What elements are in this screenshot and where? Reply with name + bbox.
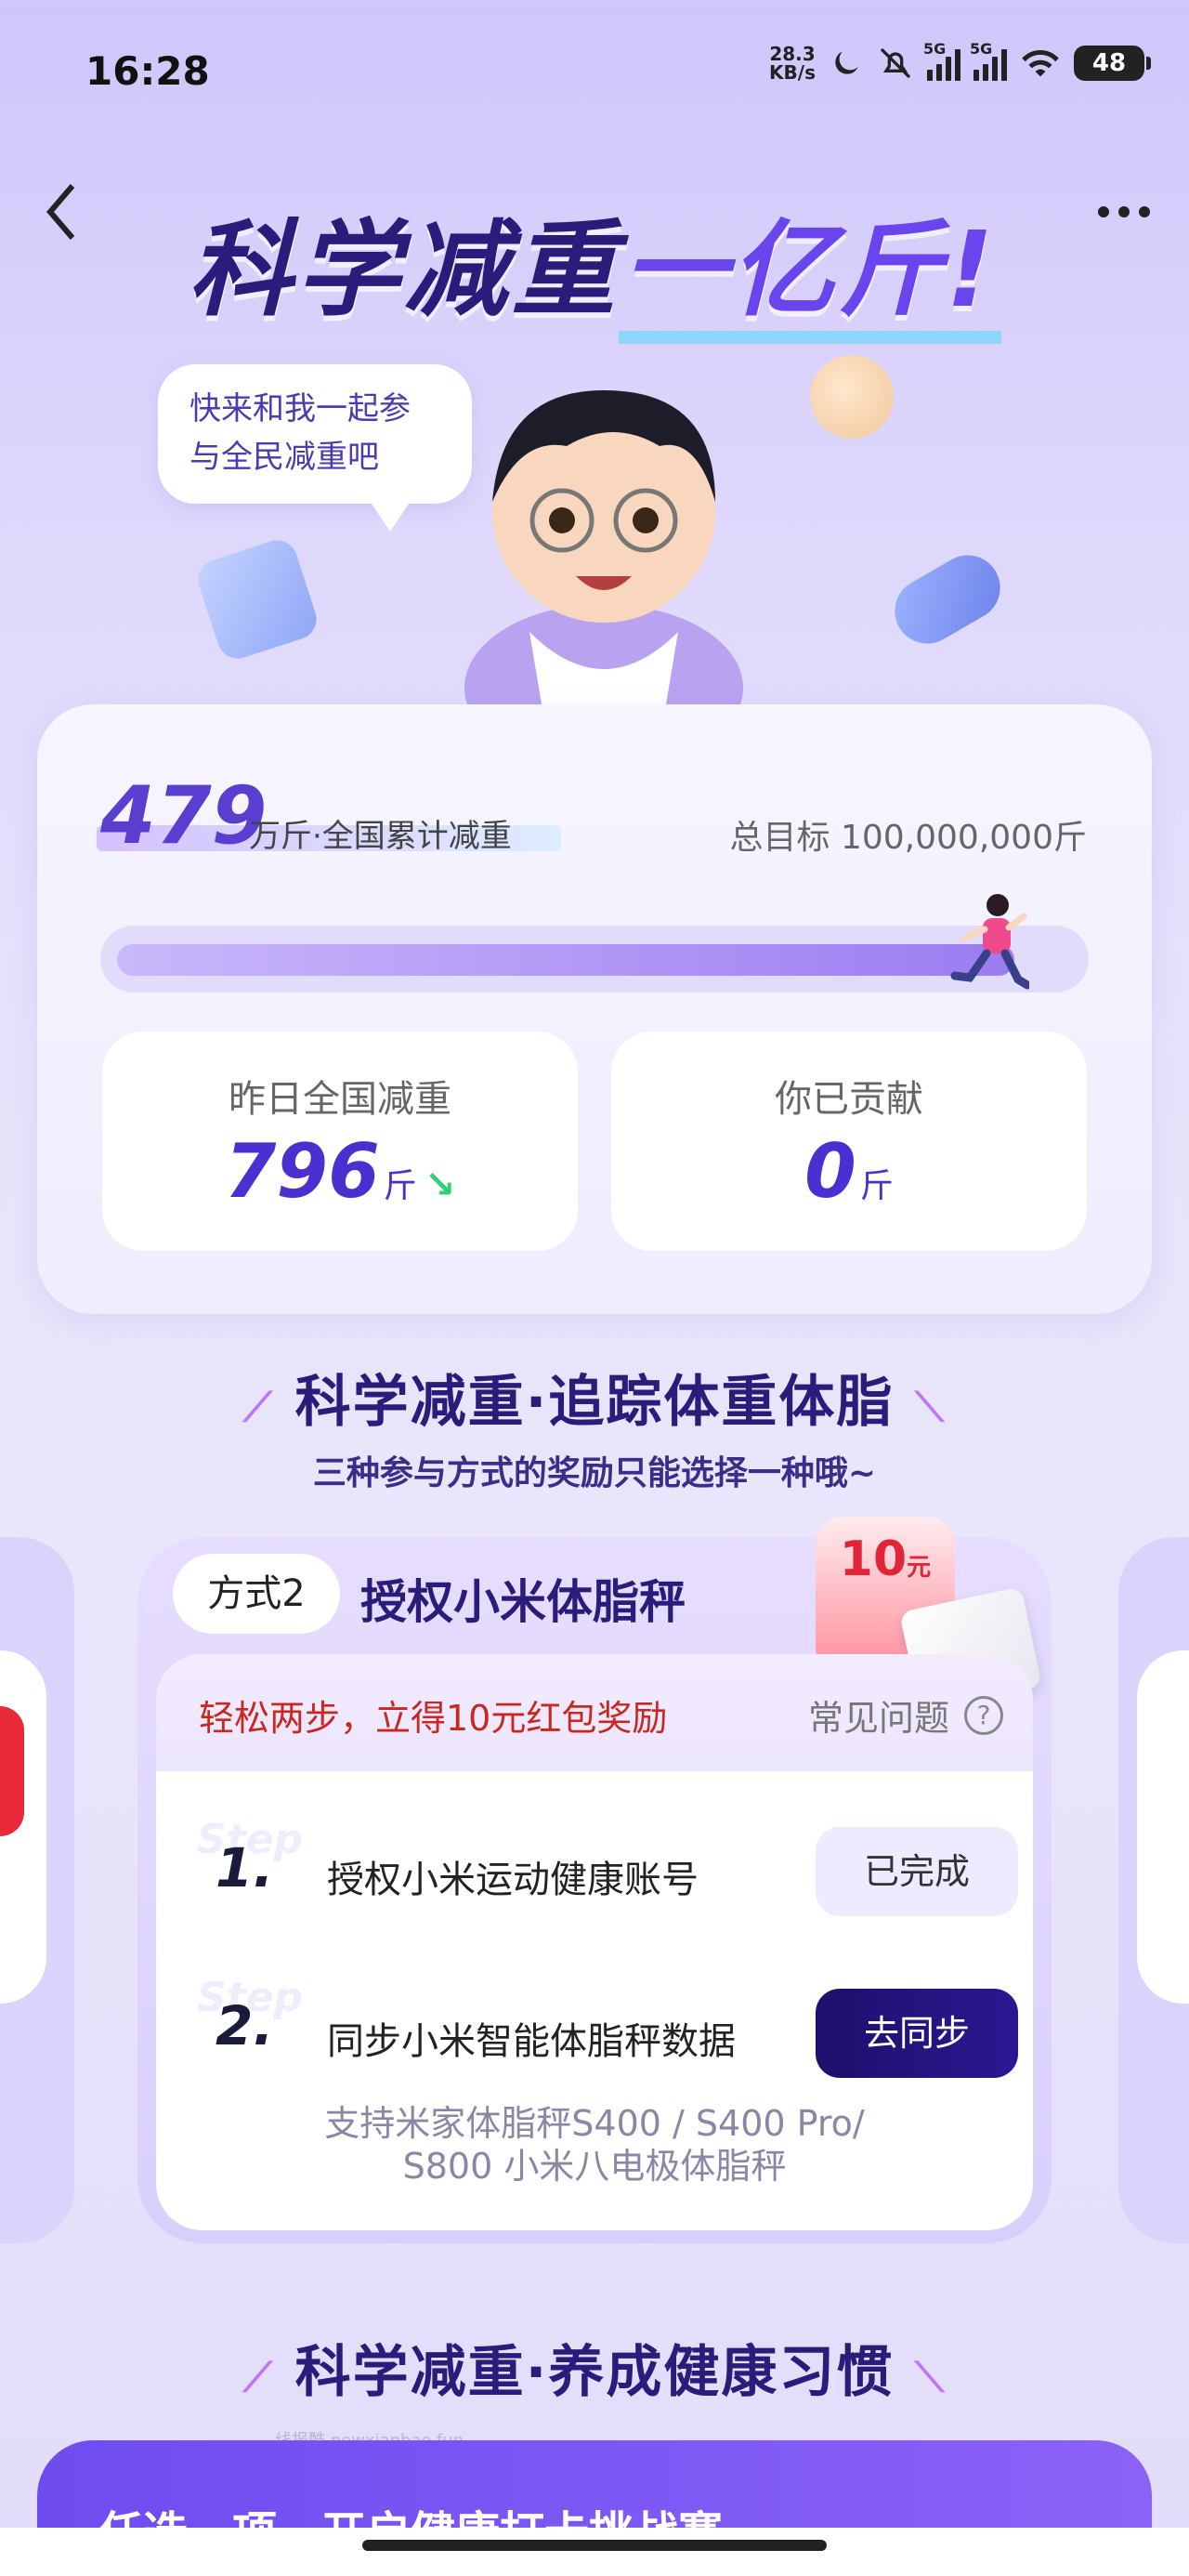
step1-done-button[interactable]: 已完成 <box>816 1827 1018 1916</box>
step-number: 2. <box>216 1994 274 2057</box>
hero-title-highlight: 一亿斤! <box>619 210 1001 344</box>
dumbbell-decoration-icon <box>882 543 1013 656</box>
bottom-safe-area <box>0 2528 1189 2576</box>
sparkle-icon: ⟋ <box>242 2354 274 2401</box>
total-loss-label: 万斤·全国累计减重 <box>249 818 512 855</box>
mascot-avatar <box>464 390 743 743</box>
runner-icon <box>950 894 1029 990</box>
status-time: 16:28 <box>85 48 210 94</box>
sparkle-icon: ⟋ <box>242 1384 274 1431</box>
yesterday-card: 昨日全国减重 796 斤 ↘ <box>102 1032 578 1251</box>
step-number: 1. <box>216 1836 274 1899</box>
speech-bubble: 快来和我一起参与全民减重吧 <box>158 364 472 532</box>
question-circle-icon: ? <box>964 1695 1003 1735</box>
muscle-decoration-icon <box>810 355 894 439</box>
home-indicator[interactable] <box>362 2540 827 2551</box>
signal-sim1-icon: 5G <box>923 40 960 81</box>
trend-down-icon: ↘ <box>424 1163 456 1206</box>
method-card-next[interactable] <box>1118 1537 1189 2243</box>
method-card-prev-accent <box>0 1706 24 1836</box>
sparkle-icon: ⟍ <box>915 1384 947 1431</box>
sparkle-icon: ⟍ <box>915 2354 947 2401</box>
supported-devices-note: 支持米家体脂秤S400 / S400 Pro/ S800 小米八电极体脂秤 <box>324 2103 865 2187</box>
faq-link[interactable]: 常见问题 ? <box>808 1689 1003 1741</box>
yesterday-value: 796 斤 ↘ <box>224 1128 456 1215</box>
progress-fill <box>117 944 1014 976</box>
scale-decoration-icon <box>192 534 322 664</box>
section-subtitle: 三种参与方式的奖励只能选择一种哦~ <box>312 1454 877 1492</box>
moon-icon <box>835 51 858 74</box>
signal-sim2-icon: 5G <box>970 40 1007 81</box>
method-card-prev[interactable] <box>0 1537 74 2243</box>
status-icons: 28.3 KB/s 5G 5G 48 <box>769 40 1151 84</box>
step-text: 同步小米智能体脂秤数据 <box>327 2020 736 2063</box>
contributed-label: 你已贡献 <box>775 1078 923 1121</box>
wifi-icon <box>1022 49 1059 77</box>
net-speed: 28.3 KB/s <box>769 43 816 84</box>
section-title-habit: ⟋ 科学减重·养成健康习惯 ⟍ <box>242 2340 947 2405</box>
hero-title: 科学减重一亿斤! <box>0 186 1189 344</box>
contributed-card: 你已贡献 0斤 <box>611 1032 1087 1251</box>
method-tag: 方式2 <box>173 1554 340 1634</box>
sync-button[interactable]: 去同步 <box>816 1989 1018 2078</box>
goal-label: 总目标 100,000,000斤 <box>729 819 1087 857</box>
yesterday-label: 昨日全国减重 <box>229 1078 451 1121</box>
method-title: 授权小米体脂秤 <box>360 1575 686 1629</box>
promo-text: 轻松两步，立得10元红包奖励 <box>199 1698 668 1739</box>
contributed-value: 0斤 <box>804 1128 894 1215</box>
bell-off-icon <box>880 47 911 79</box>
section-title-track: ⟋ 科学减重·追踪体重体脂 ⟍ <box>242 1370 947 1435</box>
total-loss-value: 479 <box>100 769 268 862</box>
battery-icon: 48 <box>1074 46 1151 81</box>
step-text: 授权小米运动健康账号 <box>327 1859 699 1901</box>
